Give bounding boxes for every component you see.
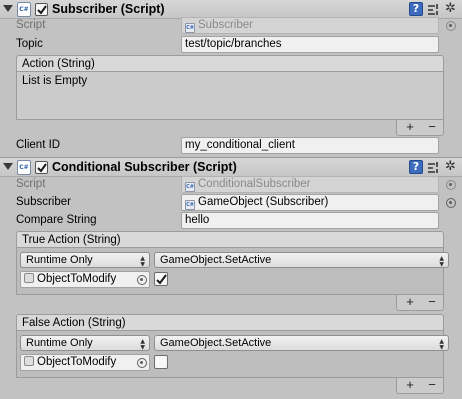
help-icon[interactable]: ?: [409, 2, 423, 16]
script-label: Script: [16, 19, 46, 31]
remove-button[interactable]: −: [421, 378, 443, 393]
dropdown-arrow-icon: ▲︎ ▼︎: [140, 255, 145, 268]
compare-string-input[interactable]: hello: [181, 212, 439, 229]
script-field: C# ConditionalSubscriber: [181, 176, 439, 193]
dropdown-arrow-icon: ▲︎ ▼︎: [439, 255, 444, 268]
subscriber-object-field[interactable]: C# GameObject (Subscriber): [181, 194, 439, 211]
topic-input[interactable]: test/topic/branches: [181, 36, 439, 53]
csharp-script-icon: C#: [17, 2, 31, 17]
target-object-field[interactable]: ObjectToModify: [20, 271, 150, 288]
event-list-footer: + −: [396, 295, 444, 311]
compare-string-label: Compare String: [16, 214, 97, 226]
gear-icon[interactable]: ✲: [445, 1, 459, 17]
gear-icon[interactable]: ✲: [445, 159, 459, 175]
help-icon[interactable]: ?: [409, 160, 423, 174]
topic-label: Topic: [16, 38, 43, 50]
dropdown-arrow-icon: ▲︎ ▼︎: [140, 338, 145, 351]
script-asset-icon: C#: [185, 200, 195, 210]
preset-icon[interactable]: [427, 3, 440, 16]
action-event-list: List is Empty: [16, 72, 444, 120]
remove-button[interactable]: −: [421, 295, 443, 310]
dropdown-arrow-icon: ▲︎ ▼︎: [439, 338, 444, 351]
conditional-subscriber-component-header[interactable]: C# Conditional Subscriber (Script) ? ✲: [0, 157, 462, 177]
preset-icon[interactable]: [427, 161, 440, 174]
event-list-footer: + −: [396, 120, 444, 136]
function-dropdown[interactable]: GameObject.SetActive ▲︎ ▼︎: [154, 335, 449, 351]
object-picker-icon[interactable]: [137, 275, 147, 285]
check-mark-icon: [37, 5, 47, 15]
foldout-arrow-icon[interactable]: [3, 163, 13, 170]
object-picker-icon[interactable]: [446, 180, 456, 190]
object-picker-icon[interactable]: [446, 198, 456, 208]
client-id-input[interactable]: my_conditional_client: [181, 137, 439, 154]
foldout-arrow-icon[interactable]: [3, 5, 13, 12]
false-action-event-header: False Action (String): [16, 314, 444, 331]
function-dropdown[interactable]: GameObject.SetActive ▲︎ ▼︎: [154, 252, 449, 268]
target-object-field[interactable]: ObjectToModify: [20, 354, 150, 371]
true-action-event-header: True Action (String): [16, 231, 444, 248]
bool-argument-checkbox[interactable]: [154, 355, 168, 369]
csharp-script-icon: C#: [17, 160, 31, 175]
conditional-enabled-checkbox[interactable]: [35, 161, 48, 174]
empty-list-text: List is Empty: [22, 75, 88, 87]
script-asset-icon: C#: [185, 23, 195, 33]
add-button[interactable]: +: [399, 120, 421, 135]
subscriber-enabled-checkbox[interactable]: [35, 3, 48, 16]
bool-argument-checkbox[interactable]: [154, 272, 168, 286]
script-label: Script: [16, 178, 46, 190]
gameobject-icon: [24, 356, 34, 366]
gameobject-icon: [24, 273, 34, 283]
client-id-label: Client ID: [16, 139, 61, 151]
runtime-dropdown[interactable]: Runtime Only ▲︎ ▼︎: [20, 335, 150, 351]
runtime-dropdown[interactable]: Runtime Only ▲︎ ▼︎: [20, 252, 150, 268]
remove-button[interactable]: −: [421, 120, 443, 135]
check-mark-icon: [156, 274, 167, 285]
action-event-header: Action (String): [16, 55, 444, 72]
event-list-footer: + −: [396, 378, 444, 394]
component-title: Subscriber (Script): [52, 2, 165, 16]
object-picker-icon[interactable]: [446, 21, 456, 31]
object-picker-icon[interactable]: [137, 358, 147, 368]
script-asset-icon: C#: [185, 182, 195, 192]
check-mark-icon: [37, 163, 47, 173]
component-title: Conditional Subscriber (Script): [52, 160, 237, 174]
add-button[interactable]: +: [399, 295, 421, 310]
subscriber-label: Subscriber: [16, 196, 71, 208]
script-field: C# Subscriber: [181, 17, 439, 34]
add-button[interactable]: +: [399, 378, 421, 393]
